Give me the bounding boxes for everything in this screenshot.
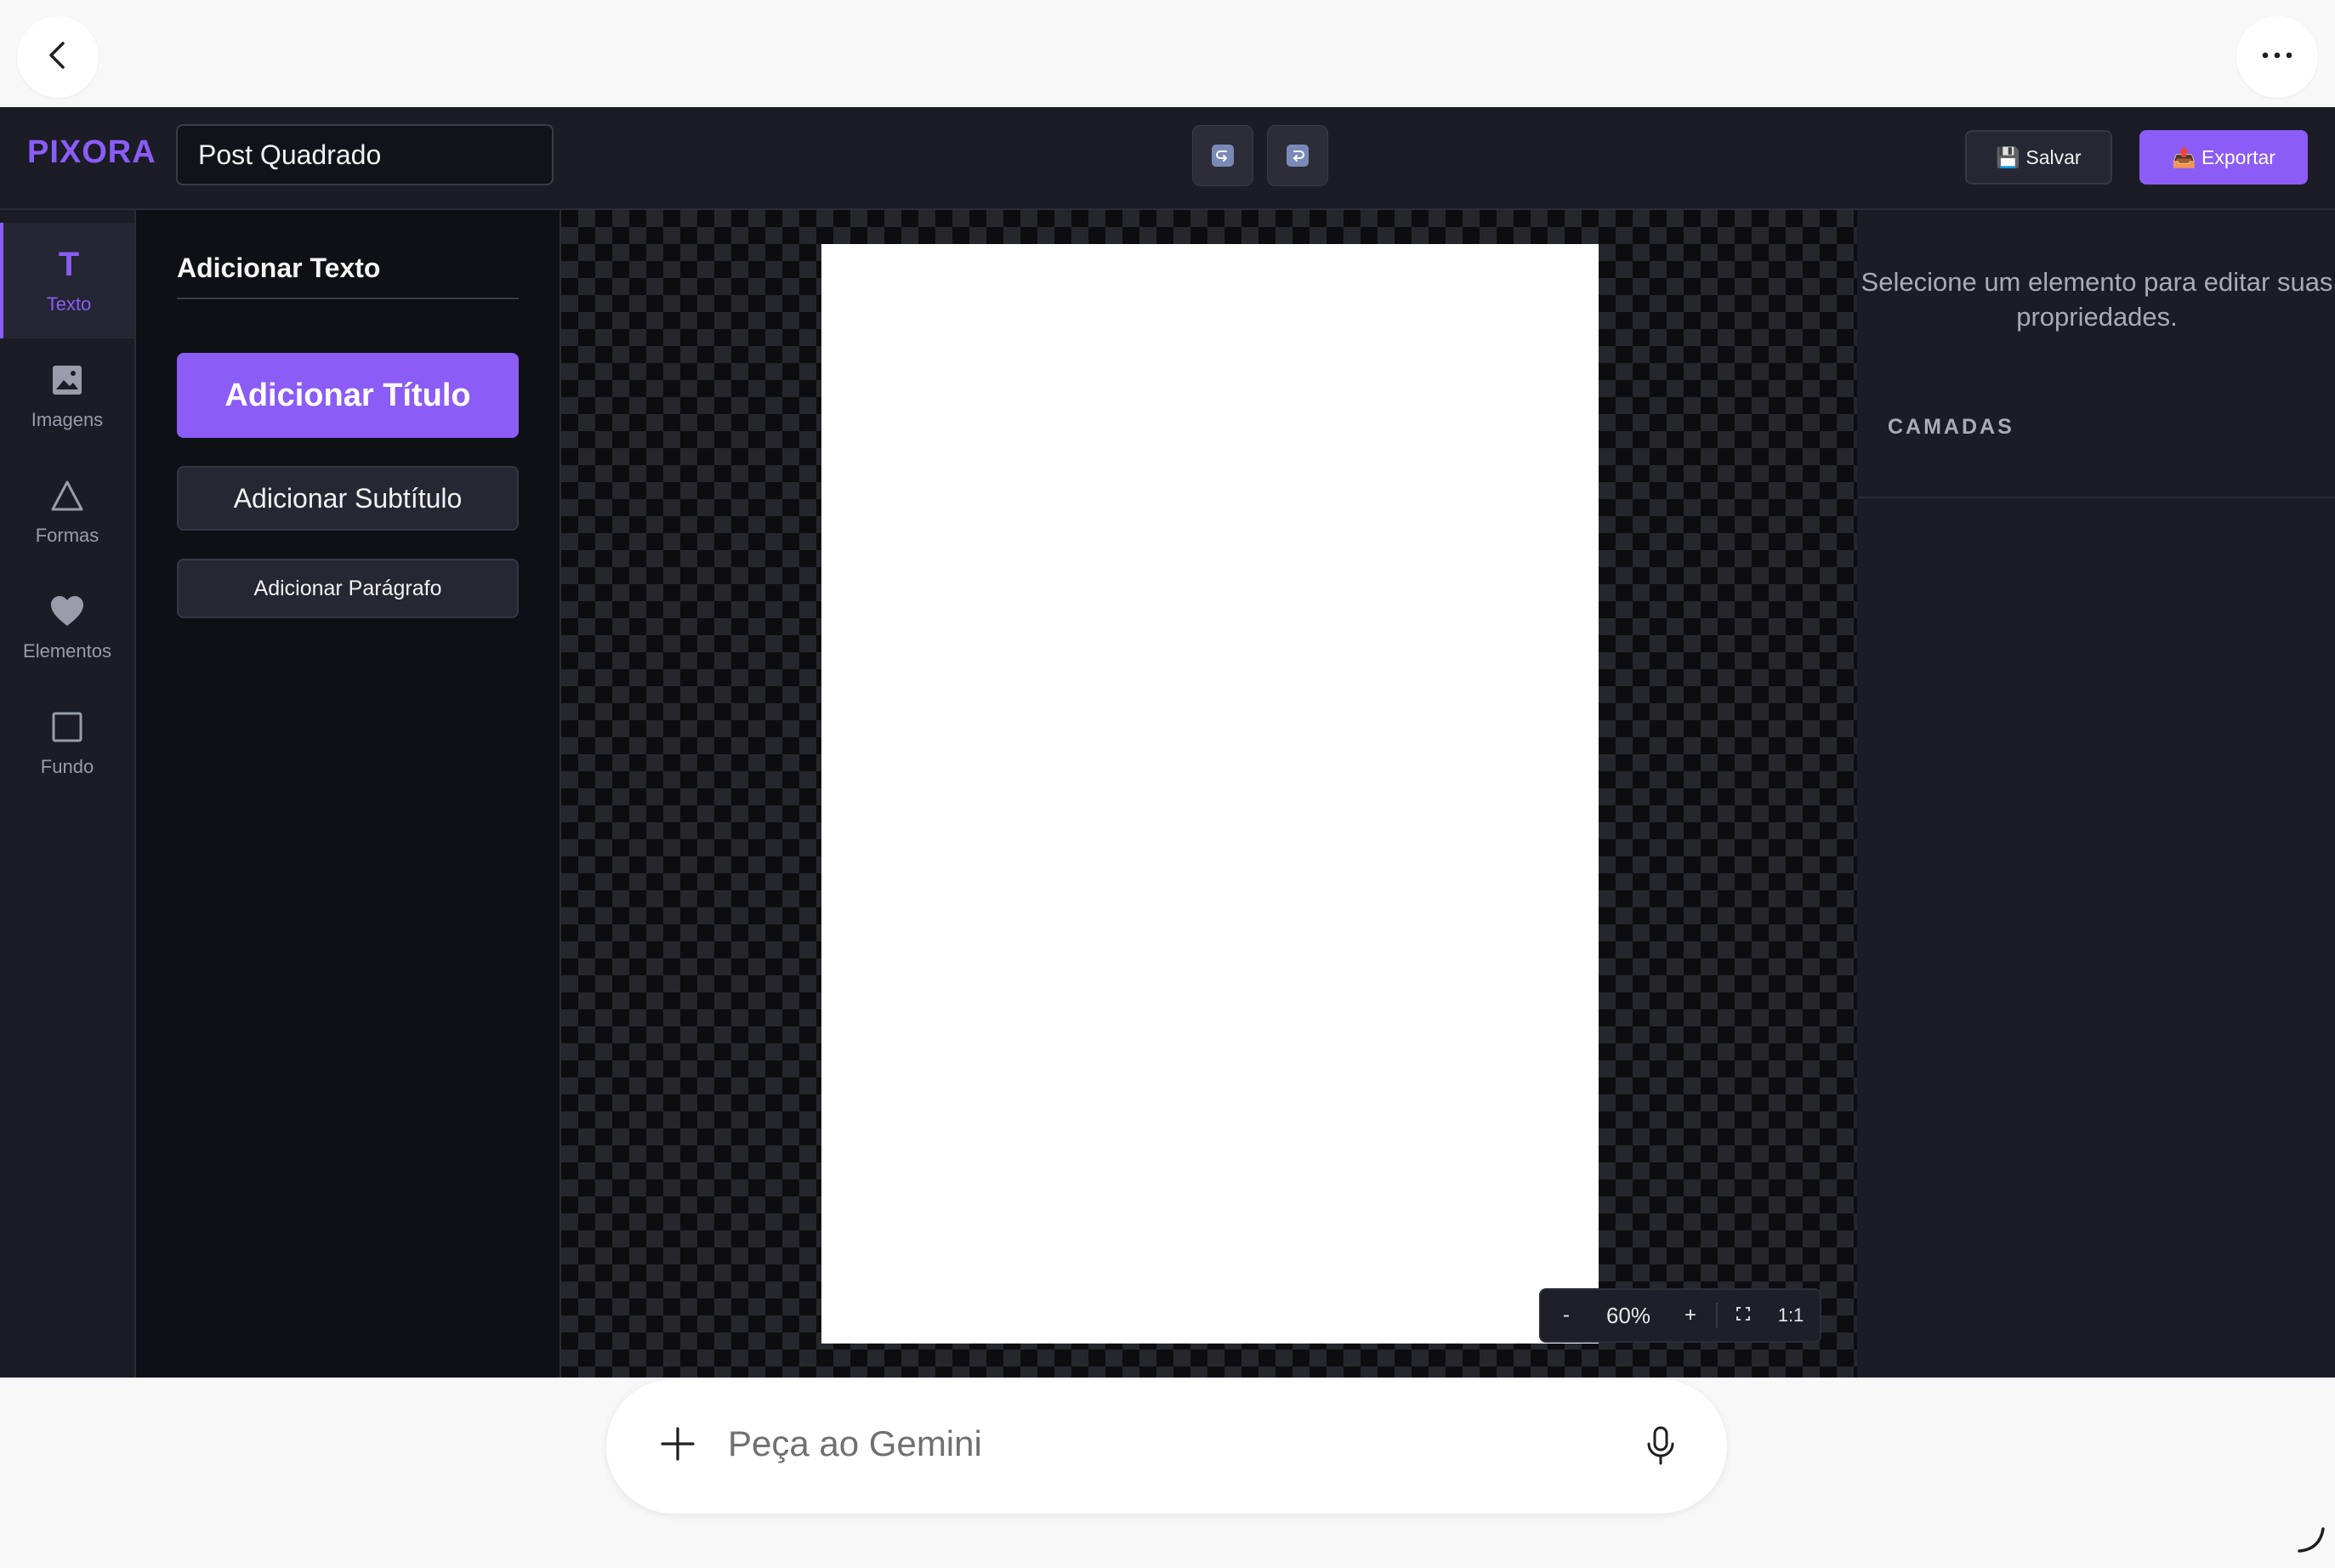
redo-icon: [1287, 145, 1309, 167]
fit-screen-button[interactable]: [1718, 1290, 1769, 1341]
more-options-button[interactable]: [2236, 16, 2318, 98]
properties-panel: Selecione um elemento para editar suas p…: [1859, 210, 2335, 1378]
sidebar-item-elementos[interactable]: Elementos: [0, 570, 134, 685]
zoom-in-button[interactable]: +: [1665, 1290, 1716, 1341]
sidebar-item-label: Texto: [46, 293, 92, 315]
microphone-icon: [1645, 1425, 1676, 1470]
microphone-button[interactable]: [1639, 1423, 1683, 1471]
plus-icon: [659, 1425, 696, 1467]
gemini-prompt-input[interactable]: Peça ao Gemini: [728, 1423, 982, 1464]
export-button[interactable]: 📤 Exportar: [2139, 130, 2308, 185]
canvas-workspace[interactable]: - 60% + 1:1: [561, 210, 1857, 1378]
panel-title: Adicionar Texto: [177, 253, 381, 283]
sidebar-item-label: Fundo: [40, 756, 94, 777]
zoom-out-button[interactable]: -: [1541, 1290, 1592, 1341]
layers-heading: CAMADAS: [1888, 415, 2014, 439]
image-icon: [50, 361, 84, 399]
add-title-button[interactable]: Adicionar Título: [177, 353, 519, 438]
back-button[interactable]: [17, 16, 99, 98]
document-title-input[interactable]: Post Quadrado: [176, 124, 554, 185]
add-subtitle-button[interactable]: Adicionar Subtítulo: [177, 466, 519, 531]
fit-screen-icon: [1736, 1304, 1751, 1327]
tools-sidebar: T Texto Imagens Formas Elementos Fundo: [0, 210, 136, 1378]
text-tools-panel: Adicionar Texto Adicionar Título Adicion…: [136, 210, 561, 1378]
artboard[interactable]: [821, 244, 1599, 1344]
redo-button[interactable]: [1267, 125, 1328, 186]
save-button[interactable]: 💾 Salvar: [1965, 130, 2112, 185]
undo-button[interactable]: [1192, 125, 1253, 186]
undo-icon: [1212, 145, 1234, 167]
zoom-level: 60%: [1605, 1302, 1651, 1328]
add-paragraph-button[interactable]: Adicionar Parágrafo: [177, 559, 519, 618]
sidebar-item-imagens[interactable]: Imagens: [0, 338, 134, 454]
layers-divider: [1859, 497, 2335, 498]
triangle-icon: [49, 477, 85, 514]
actual-size-button[interactable]: 1:1: [1769, 1290, 1813, 1341]
app-logo: PIXORA: [27, 134, 156, 170]
add-attachment-button[interactable]: [651, 1418, 705, 1473]
sidebar-item-label: Elementos: [23, 640, 111, 662]
properties-hint: Selecione um elemento para editar suas p…: [1861, 267, 2333, 332]
chevron-left-icon: [41, 38, 75, 77]
text-icon: T: [58, 245, 80, 283]
more-horizontal-icon: [2260, 49, 2294, 65]
sidebar-item-formas[interactable]: Formas: [0, 454, 134, 570]
sidebar-item-label: Imagens: [31, 409, 104, 430]
gemini-prompt-bar[interactable]: Peça ao Gemini: [606, 1379, 1727, 1514]
editor-app: PIXORA Post Quadrado 💾 Salvar 📤 Exportar…: [0, 107, 2335, 1378]
sidebar-item-fundo[interactable]: Fundo: [0, 685, 134, 801]
square-icon: [50, 708, 84, 746]
zoom-controls: - 60% + 1:1: [1539, 1288, 1821, 1343]
panel-divider: [177, 298, 519, 299]
browser-top-bar: [0, 0, 2335, 107]
heart-icon: [49, 593, 85, 630]
sidebar-item-texto[interactable]: T Texto: [0, 223, 134, 338]
app-header: PIXORA Post Quadrado 💾 Salvar 📤 Exportar: [0, 107, 2335, 210]
resize-handle-icon[interactable]: [2296, 1524, 2326, 1554]
sidebar-item-label: Formas: [35, 525, 99, 546]
